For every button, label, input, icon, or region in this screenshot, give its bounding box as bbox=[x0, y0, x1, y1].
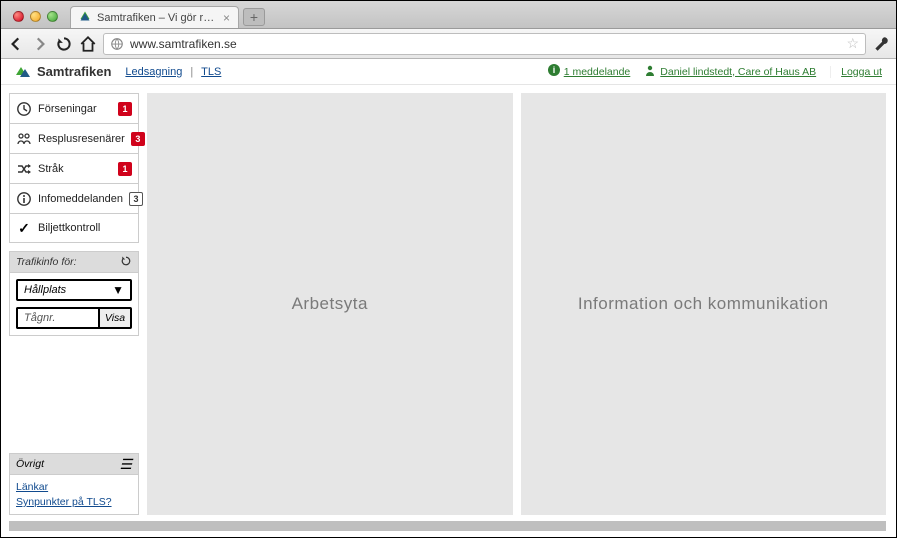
reload-button[interactable] bbox=[55, 35, 73, 53]
show-button[interactable]: Visa bbox=[98, 307, 132, 329]
clock-icon bbox=[16, 101, 32, 117]
sidebar-item-strak[interactable]: Stråk 1 bbox=[9, 153, 139, 183]
train-number-input[interactable]: Tågnr. bbox=[16, 307, 98, 329]
other-heading: Övrigt ☰ bbox=[9, 453, 139, 475]
link-synpunkter[interactable]: Synpunkter på TLS? bbox=[16, 496, 132, 508]
messages-indicator[interactable]: i 1 meddelande bbox=[548, 64, 631, 79]
url-input[interactable] bbox=[130, 37, 840, 51]
check-icon: ✓ bbox=[16, 220, 32, 236]
nav-link-ledsagning[interactable]: Ledsagning bbox=[125, 66, 182, 78]
people-icon bbox=[16, 131, 32, 147]
shuffle-icon bbox=[16, 161, 32, 177]
badge-count: 1 bbox=[118, 102, 132, 116]
favicon-icon bbox=[79, 10, 91, 25]
info-panel-label: Information och kommunikation bbox=[578, 294, 829, 314]
messages-link[interactable]: 1 meddelande bbox=[564, 66, 631, 78]
info-panel: Information och kommunikation bbox=[521, 93, 887, 515]
refresh-icon[interactable] bbox=[120, 255, 132, 270]
user-icon bbox=[644, 64, 656, 79]
workspace-panel-label: Arbetsyta bbox=[292, 294, 368, 314]
sidebar-item-biljett[interactable]: ✓ Biljettkontroll bbox=[9, 213, 139, 243]
window-close-icon[interactable] bbox=[13, 11, 24, 22]
logout-link[interactable]: Logga ut bbox=[830, 66, 882, 78]
badge-count: 3 bbox=[129, 192, 143, 206]
brand-icon bbox=[15, 64, 31, 80]
browser-toolbar: ☆ bbox=[1, 29, 896, 59]
show-button-label: Visa bbox=[105, 312, 125, 324]
sidebar-item-label: Förseningar bbox=[38, 103, 112, 115]
info-icon: i bbox=[548, 64, 560, 79]
sidebar: Förseningar 1 Resplusresenärer 3 Stråk 1 bbox=[9, 93, 139, 515]
window-zoom-icon[interactable] bbox=[47, 11, 58, 22]
stop-select-placeholder: Hållplats bbox=[24, 284, 66, 296]
address-bar[interactable]: ☆ bbox=[103, 33, 866, 55]
filter-box: Hållplats ▼ Tågnr. Visa bbox=[9, 273, 139, 336]
sidebar-item-label: Infomeddelanden bbox=[38, 193, 123, 205]
link-lankar[interactable]: Länkar bbox=[16, 481, 132, 493]
sidebar-item-forseningar[interactable]: Förseningar 1 bbox=[9, 93, 139, 123]
stop-select[interactable]: Hållplats ▼ bbox=[16, 279, 132, 301]
window-controls bbox=[9, 11, 66, 28]
browser-tab[interactable]: Samtrafiken – Vi gör resand × bbox=[70, 6, 239, 28]
info-circle-icon bbox=[16, 191, 32, 207]
nav-link-tls[interactable]: TLS bbox=[201, 66, 221, 78]
home-button[interactable] bbox=[79, 35, 97, 53]
new-tab-button[interactable]: + bbox=[243, 8, 265, 26]
globe-icon bbox=[110, 37, 124, 51]
sidebar-item-info[interactable]: Infomeddelanden 3 bbox=[9, 183, 139, 213]
nav-separator: | bbox=[190, 66, 193, 78]
badge-count: 3 bbox=[131, 132, 145, 146]
chevron-down-icon: ▼ bbox=[112, 283, 124, 297]
sidebar-item-label: Resplusresenärer bbox=[38, 133, 125, 145]
brand-logo[interactable]: Samtrafiken bbox=[15, 64, 111, 80]
svg-text:i: i bbox=[552, 65, 555, 75]
bookmark-icon[interactable]: ☆ bbox=[846, 35, 859, 52]
menu-icon[interactable]: ☰ bbox=[119, 457, 132, 471]
window-minimize-icon[interactable] bbox=[30, 11, 41, 22]
sidebar-item-resplus[interactable]: Resplusresenärer 3 bbox=[9, 123, 139, 153]
user-link[interactable]: Daniel lindstedt, Care of Haus AB bbox=[660, 66, 816, 78]
back-button[interactable] bbox=[7, 35, 25, 53]
badge-count: 1 bbox=[118, 162, 132, 176]
filter-heading-label: Trafikinfo för: bbox=[16, 256, 77, 268]
tab-title: Samtrafiken – Vi gör resand bbox=[97, 12, 217, 24]
app-header: Samtrafiken Ledsagning | TLS i 1 meddela… bbox=[1, 59, 896, 85]
sidebar-item-label: Stråk bbox=[38, 163, 112, 175]
settings-wrench-icon[interactable] bbox=[872, 35, 890, 53]
filter-heading: Trafikinfo för: bbox=[9, 251, 139, 273]
other-heading-label: Övrigt bbox=[16, 458, 44, 470]
footer-bar bbox=[9, 521, 886, 531]
close-tab-icon[interactable]: × bbox=[223, 12, 230, 24]
brand-text: Samtrafiken bbox=[37, 64, 111, 79]
workspace-panel: Arbetsyta bbox=[147, 93, 513, 515]
user-indicator[interactable]: Daniel lindstedt, Care of Haus AB bbox=[644, 64, 816, 79]
browser-tabstrip: Samtrafiken – Vi gör resand × + bbox=[1, 1, 896, 29]
sidebar-item-label: Biljettkontroll bbox=[38, 222, 132, 234]
forward-button[interactable] bbox=[31, 35, 49, 53]
train-number-placeholder: Tågnr. bbox=[24, 312, 55, 324]
